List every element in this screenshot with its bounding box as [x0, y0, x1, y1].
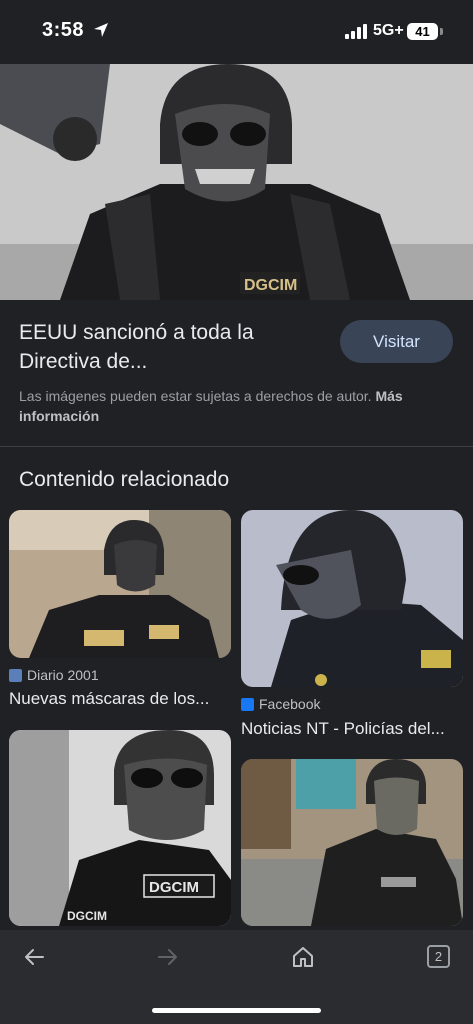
back-button[interactable] [19, 942, 49, 972]
home-button[interactable] [288, 942, 318, 972]
source-label: Facebook [259, 696, 321, 712]
hero-photo: DGCIM [0, 64, 473, 300]
related-item-source: Diario 2001 [9, 667, 99, 683]
related-item-image[interactable] [241, 510, 463, 687]
related-heading: Contenido relacionado [19, 468, 230, 491]
location-arrow-icon [94, 23, 108, 37]
related-item-image[interactable] [9, 510, 231, 658]
network-label: 5G+ [373, 22, 404, 39]
svg-text:DGCIM: DGCIM [244, 277, 297, 294]
facebook-favicon [241, 697, 254, 711]
divider [0, 446, 473, 447]
svg-text:DGCIM: DGCIM [149, 879, 199, 896]
copyright-text: Las imágenes pueden estar sujetas a dere… [19, 388, 372, 404]
related-item-caption[interactable]: Noticias NT - Policías del... [241, 719, 445, 739]
related-photo: DGCIM DGCIM [9, 730, 231, 926]
related-photo [241, 759, 463, 926]
related-photo [241, 510, 463, 687]
signal-icon [345, 24, 367, 39]
status-time: 3:58 [42, 19, 85, 41]
related-item-image[interactable]: DGCIM DGCIM [9, 730, 231, 926]
diario-favicon [9, 668, 22, 682]
forward-button[interactable] [153, 942, 183, 972]
forward-arrow-icon [158, 949, 177, 965]
status-bar: 3:58 5G+ 41 [0, 0, 473, 64]
battery-tip [440, 28, 443, 35]
related-item-caption[interactable]: Nuevas máscaras de los... [9, 689, 209, 709]
related-photo [9, 510, 231, 658]
home-indicator[interactable] [152, 1008, 321, 1013]
visit-button[interactable]: Visitar [340, 320, 453, 363]
home-icon [293, 947, 313, 967]
battery-icon: 41 [407, 23, 438, 40]
source-label: Diario 2001 [27, 667, 99, 683]
svg-text:DGCIM: DGCIM [67, 909, 107, 923]
result-title[interactable]: EEUU sancionó a toda la Directiva de... [19, 318, 319, 376]
related-item-source: Facebook [241, 696, 320, 712]
tabs-button[interactable]: 2 [427, 945, 450, 968]
related-item-image[interactable] [241, 759, 463, 926]
hero-image[interactable]: DGCIM [0, 64, 473, 300]
copyright-notice: Las imágenes pueden estar sujetas a dere… [19, 386, 459, 426]
back-arrow-icon [25, 949, 44, 965]
